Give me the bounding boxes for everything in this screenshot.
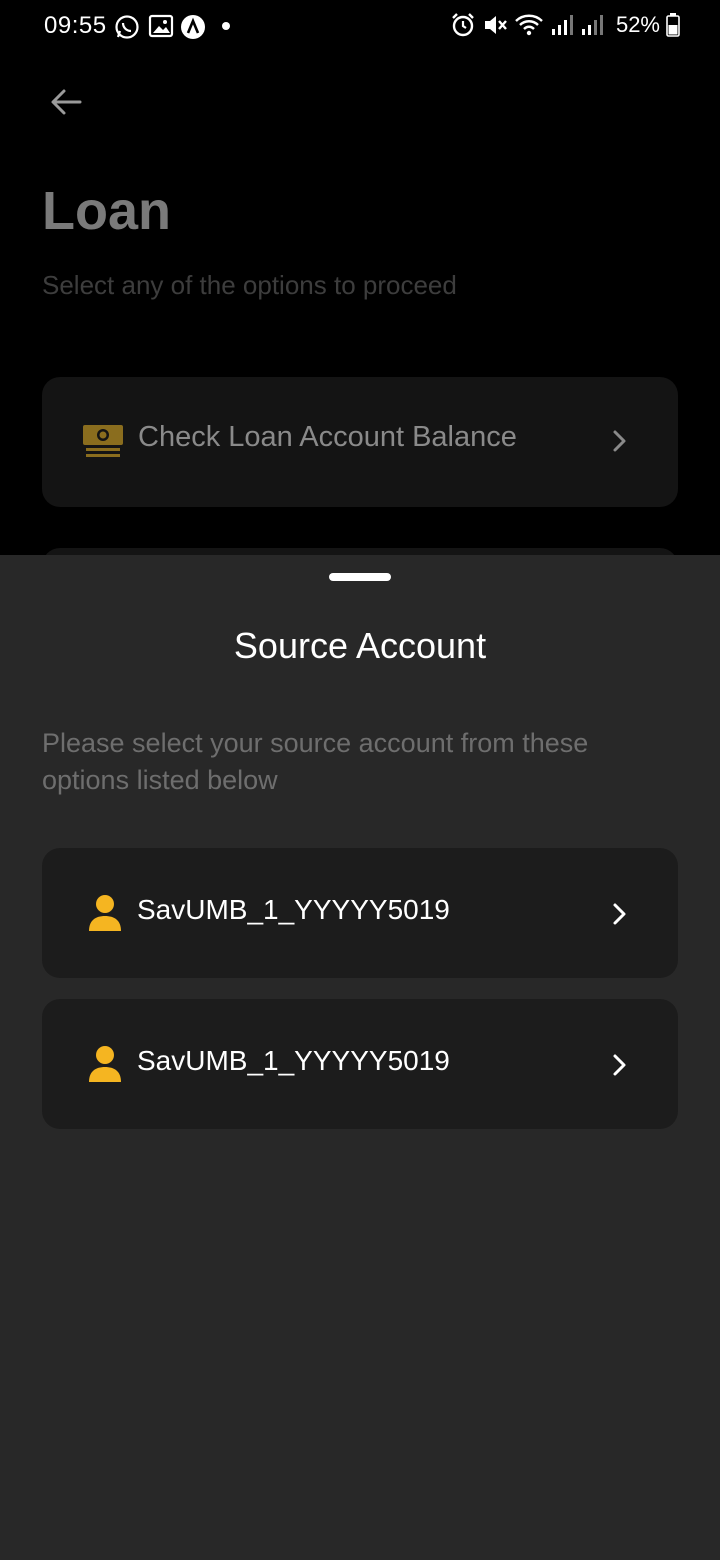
- account-label: SavUMB_1_YYYYY5019: [137, 1045, 450, 1076]
- battery-percentage: 52%: [615, 12, 660, 37]
- whatsapp-icon: [115, 15, 139, 39]
- page-title: Loan: [42, 181, 171, 241]
- app-notification-icon: [181, 15, 205, 39]
- chevron-right-icon: [613, 1054, 626, 1076]
- person-icon: [89, 1046, 121, 1082]
- page-subtitle: Select any of the options to proceed: [42, 270, 457, 300]
- back-arrow-icon[interactable]: [48, 84, 84, 120]
- more-notifications-dot-icon: [222, 22, 230, 30]
- check-loan-balance-option[interactable]: Check Loan Account Balance: [42, 377, 678, 507]
- mute-icon: [484, 16, 507, 34]
- option-label: Check Loan Account Balance: [138, 421, 517, 453]
- chevron-right-icon: [613, 903, 626, 925]
- gallery-icon: [148, 14, 174, 38]
- status-icons: 52%: [450, 12, 680, 38]
- account-label: SavUMB_1_YYYYY5019: [137, 894, 450, 925]
- alarm-icon: [452, 13, 474, 37]
- chevron-right-icon: [613, 430, 626, 452]
- status-time: 09:55: [44, 12, 107, 39]
- person-icon: [89, 895, 121, 931]
- signal-icon-1: [551, 15, 573, 35]
- account-option[interactable]: SavUMB_1_YYYYY5019: [42, 848, 678, 978]
- sheet-drag-handle[interactable]: [329, 573, 391, 581]
- status-bar: 09:55 52%: [0, 0, 720, 56]
- source-account-sheet: Source Account Please select your source…: [0, 555, 720, 1560]
- wifi-icon: [515, 14, 543, 36]
- account-option[interactable]: SavUMB_1_YYYYY5019: [42, 999, 678, 1129]
- sheet-title: Source Account: [233, 625, 487, 666]
- money-stack-icon: [83, 425, 123, 457]
- sheet-description: Please select your source account from t…: [42, 728, 589, 795]
- signal-icon-2: [581, 15, 603, 35]
- battery-icon: [666, 13, 680, 37]
